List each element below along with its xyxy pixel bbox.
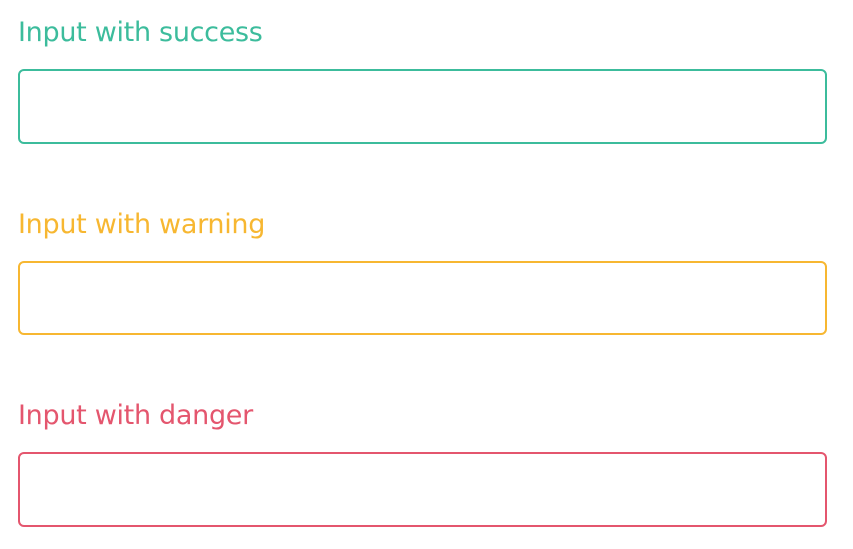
success-input[interactable] bbox=[18, 69, 827, 144]
danger-field-group: Input with danger bbox=[18, 397, 827, 527]
warning-field-group: Input with warning bbox=[18, 206, 827, 335]
success-input-label: Input with success bbox=[18, 17, 263, 48]
danger-input-label: Input with danger bbox=[18, 400, 253, 431]
danger-input[interactable] bbox=[18, 452, 827, 527]
validation-form: Input with success Input with warning In… bbox=[0, 0, 853, 549]
warning-input-label: Input with warning bbox=[18, 209, 266, 240]
success-field-group: Input with success bbox=[18, 14, 827, 144]
warning-input[interactable] bbox=[18, 261, 827, 335]
